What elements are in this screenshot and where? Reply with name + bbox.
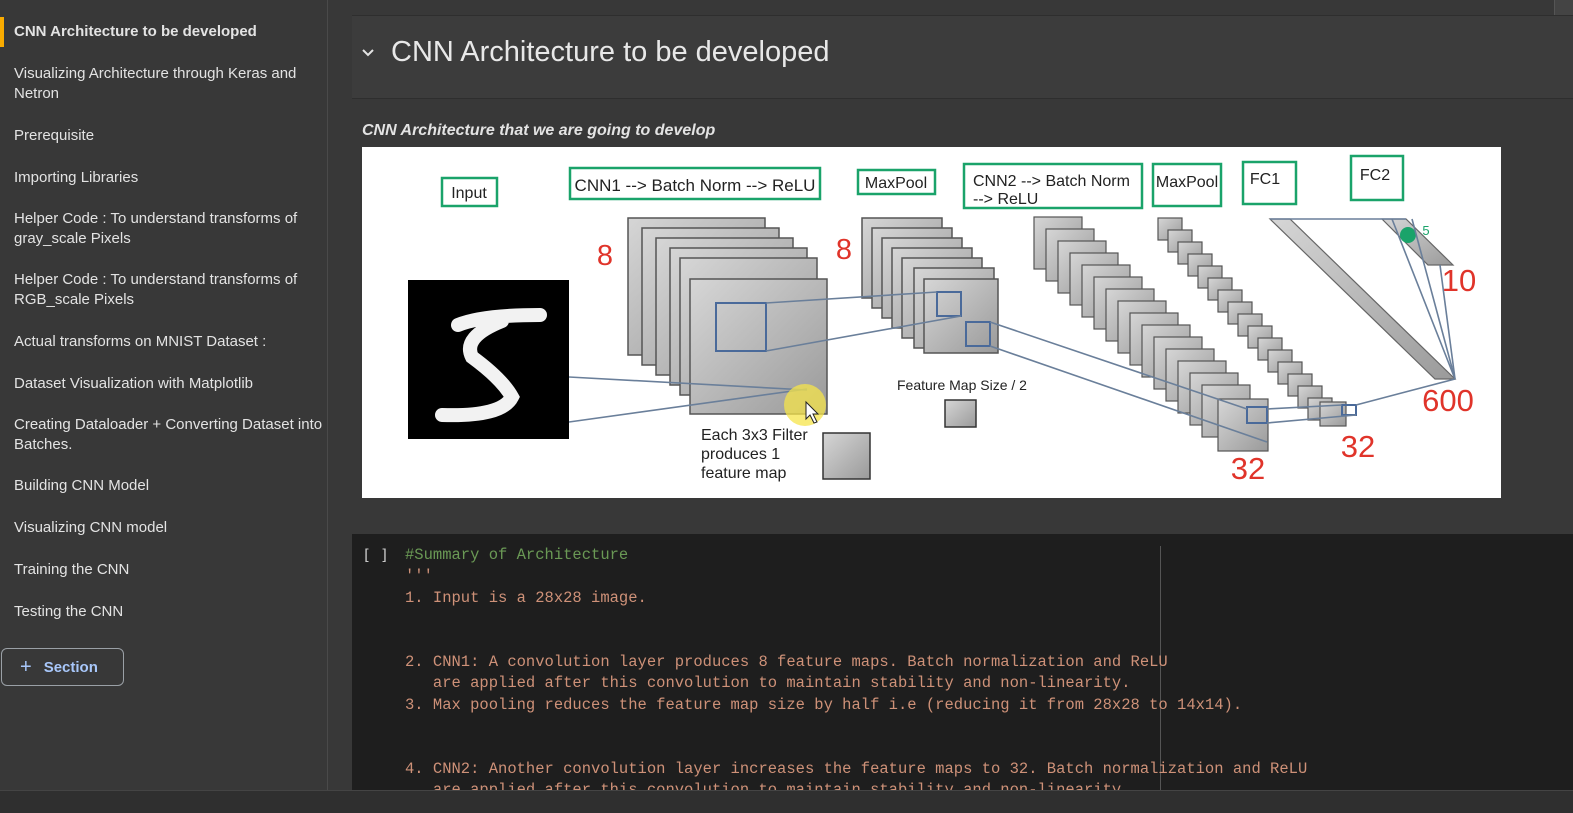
sidebar-item[interactable]: Visualizing Architecture through Keras a… bbox=[0, 64, 324, 103]
code-line: ''' bbox=[405, 567, 433, 586]
table-of-contents-sidebar: CNN Architecture to be developed Visualiz… bbox=[0, 0, 328, 790]
code-line: #Summary of Architecture bbox=[405, 546, 629, 564]
label-maxpool-1: MaxPool bbox=[865, 175, 927, 192]
label-fc1: FC1 bbox=[1250, 171, 1280, 188]
sidebar-item[interactable]: Actual transforms on MNIST Dataset : bbox=[0, 332, 324, 352]
sidebar-item[interactable]: Creating Dataloader + Converting Dataset… bbox=[0, 415, 324, 454]
status-bar bbox=[0, 790, 1573, 813]
num-32-cnn2: 32 bbox=[1231, 451, 1265, 486]
code-line: 3. Max pooling reduces the feature map s… bbox=[405, 695, 1243, 714]
label-fc2: FC2 bbox=[1360, 167, 1390, 184]
label-maxpool-2: MaxPool bbox=[1156, 174, 1218, 191]
num-32-maxpool: 32 bbox=[1341, 429, 1375, 464]
add-section-label: Section bbox=[43, 658, 98, 676]
sidebar-item[interactable]: Training the CNN bbox=[0, 560, 324, 580]
chevron-down-icon[interactable] bbox=[358, 43, 378, 63]
num-600: 600 bbox=[1422, 383, 1474, 418]
sidebar-item[interactable]: Prerequisite bbox=[0, 126, 324, 146]
num-10: 10 bbox=[1442, 263, 1476, 298]
architecture-diagram-image: Input CNN1 --> Batch Norm --> ReLU MaxPo… bbox=[362, 147, 1501, 498]
sidebar-item[interactable]: Building CNN Model bbox=[0, 476, 324, 496]
label-cnn1: CNN1 --> Batch Norm --> ReLU bbox=[575, 176, 816, 195]
code-line: 1. Input is a 28x28 image. bbox=[405, 588, 647, 607]
plus-icon: + bbox=[20, 655, 32, 678]
num-8-maxpool: 8 bbox=[836, 234, 852, 266]
filter-note-2: produces 1 bbox=[701, 446, 780, 463]
section-heading: CNN Architecture to be developed bbox=[391, 36, 830, 68]
code-cell[interactable]: [ ] #Summary of Architecture ''' 1. Inpu… bbox=[352, 534, 1573, 790]
label-cnn2-line1: CNN2 --> Batch Norm bbox=[973, 173, 1130, 190]
code-line: are applied after this convolution to ma… bbox=[405, 674, 1131, 693]
sidebar-item[interactable]: CNN Architecture to be developed bbox=[0, 17, 324, 47]
sidebar-item[interactable]: Helper Code : To understand transforms o… bbox=[0, 270, 324, 309]
num-8-cnn1: 8 bbox=[597, 240, 613, 272]
sidebar-item[interactable]: Testing the CNN bbox=[0, 602, 324, 622]
architecture-diagram: Input CNN1 --> Batch Norm --> ReLU MaxPo… bbox=[408, 154, 1476, 486]
sidebar-item[interactable]: Importing Libraries bbox=[0, 168, 324, 188]
architecture-caption: CNN Architecture that we are going to de… bbox=[362, 122, 716, 139]
feature-map-note: Feature Map Size / 2 bbox=[897, 377, 1027, 393]
filter-note-3: feature map bbox=[701, 465, 786, 482]
notebook-main: CNN Architecture to be developed CNN Arc… bbox=[328, 0, 1573, 790]
code-line: are applied after this convolution to ma… bbox=[405, 781, 1131, 790]
run-cell-button[interactable]: [ ] bbox=[362, 546, 389, 564]
filter-note-1: Each 3x3 Filter bbox=[701, 427, 808, 444]
code-line: 2. CNN1: A convolution layer produces 8 … bbox=[405, 653, 1168, 672]
label-input: Input bbox=[451, 185, 487, 202]
add-section-button[interactable]: + Section bbox=[1, 648, 124, 686]
label-cnn2-line2: --> ReLU bbox=[973, 191, 1038, 208]
code-editor[interactable]: #Summary of Architecture ''' 1. Input is… bbox=[405, 545, 1307, 790]
num-5: 5 bbox=[1422, 223, 1429, 238]
sidebar-item[interactable]: Dataset Visualization with Matplotlib bbox=[0, 374, 324, 394]
code-line: 4. CNN2: Another convolution layer incre… bbox=[405, 760, 1308, 779]
section-heading-cell[interactable]: CNN Architecture to be developed bbox=[352, 15, 1573, 99]
sidebar-item[interactable]: Helper Code : To understand transforms o… bbox=[0, 209, 324, 248]
sidebar-item[interactable]: Visualizing CNN model bbox=[0, 518, 324, 538]
